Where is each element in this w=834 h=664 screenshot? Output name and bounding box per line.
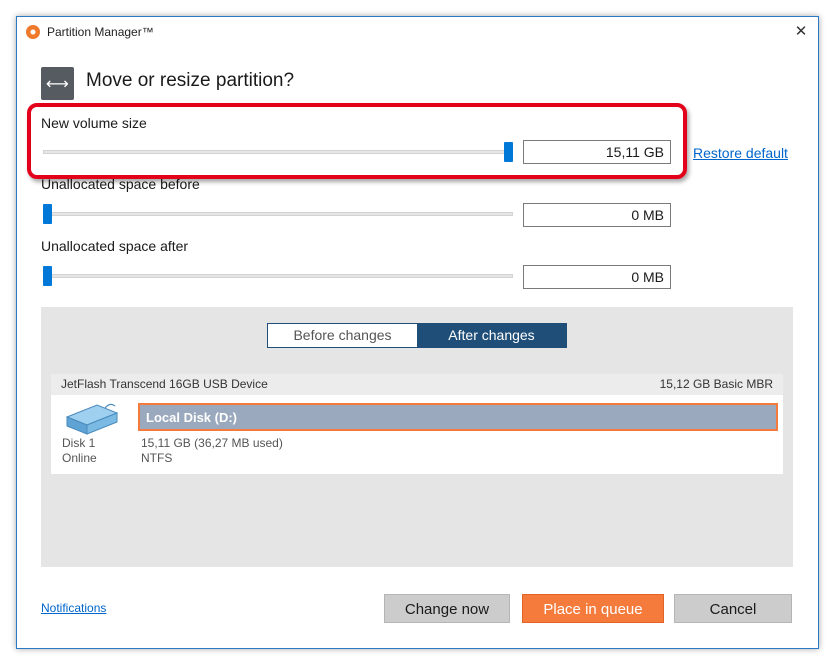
cancel-button[interactable]: Cancel — [674, 594, 792, 623]
slider-track — [43, 212, 513, 216]
usb-drive-icon — [65, 403, 119, 435]
partition-size: 15,11 GB (36,27 MB used) — [141, 436, 283, 450]
view-toggle: Before changes After changes — [267, 323, 567, 348]
change-now-button[interactable]: Change now — [384, 594, 510, 623]
title-bar: Partition Manager™ ✕ — [17, 17, 818, 47]
window-title: Partition Manager™ — [47, 25, 154, 39]
close-button[interactable]: ✕ — [790, 21, 812, 43]
partition-filesystem: NTFS — [141, 451, 173, 465]
slider-thumb[interactable] — [504, 142, 513, 162]
dialog-title: Move or resize partition? — [86, 70, 295, 91]
partition-bar[interactable]: Local Disk (D:) — [138, 403, 778, 431]
disk-status: Online — [62, 451, 97, 465]
disk-card: JetFlash Transcend 16GB USB Device 15,12… — [51, 374, 783, 474]
unallocated-after-label: Unallocated space after — [41, 238, 189, 254]
resize-arrows-icon: ⟷ — [41, 67, 74, 100]
unallocated-after-field[interactable]: 0 MB — [523, 265, 671, 289]
unallocated-before-field[interactable]: 0 MB — [523, 203, 671, 227]
disk-number: Disk 1 — [62, 436, 96, 450]
partition-name: Local Disk (D:) — [146, 410, 238, 425]
unallocated-before-label: Unallocated space before — [41, 176, 200, 192]
unallocated-before-slider[interactable] — [43, 204, 513, 224]
partition-info: 15,11 GB (36,27 MB used) NTFS — [141, 436, 283, 466]
slider-track — [43, 274, 513, 278]
restore-default-link[interactable]: Restore default — [693, 145, 788, 161]
disk-header: JetFlash Transcend 16GB USB Device 15,12… — [51, 374, 783, 395]
new-volume-size-field[interactable]: 15,11 GB — [523, 140, 671, 164]
new-volume-size-label: New volume size — [41, 115, 147, 131]
device-info: 15,12 GB Basic MBR — [659, 377, 773, 391]
partition-preview-panel: Before changes After changes JetFlash Tr… — [41, 307, 793, 567]
slider-thumb[interactable] — [43, 204, 52, 224]
new-volume-size-slider[interactable] — [43, 142, 513, 162]
disk-label: Disk 1 Online — [62, 436, 97, 466]
slider-thumb[interactable] — [43, 266, 52, 286]
tab-before-changes[interactable]: Before changes — [268, 324, 417, 347]
slider-track — [43, 150, 513, 154]
app-logo-icon — [26, 25, 40, 39]
place-in-queue-button[interactable]: Place in queue — [522, 594, 664, 623]
notifications-link[interactable]: Notifications — [41, 601, 106, 615]
device-name: JetFlash Transcend 16GB USB Device — [61, 377, 268, 391]
unallocated-after-slider[interactable] — [43, 266, 513, 286]
tab-after-changes[interactable]: After changes — [417, 324, 566, 347]
dialog-window: Partition Manager™ ✕ ⟷ Move or resize pa… — [16, 16, 819, 649]
